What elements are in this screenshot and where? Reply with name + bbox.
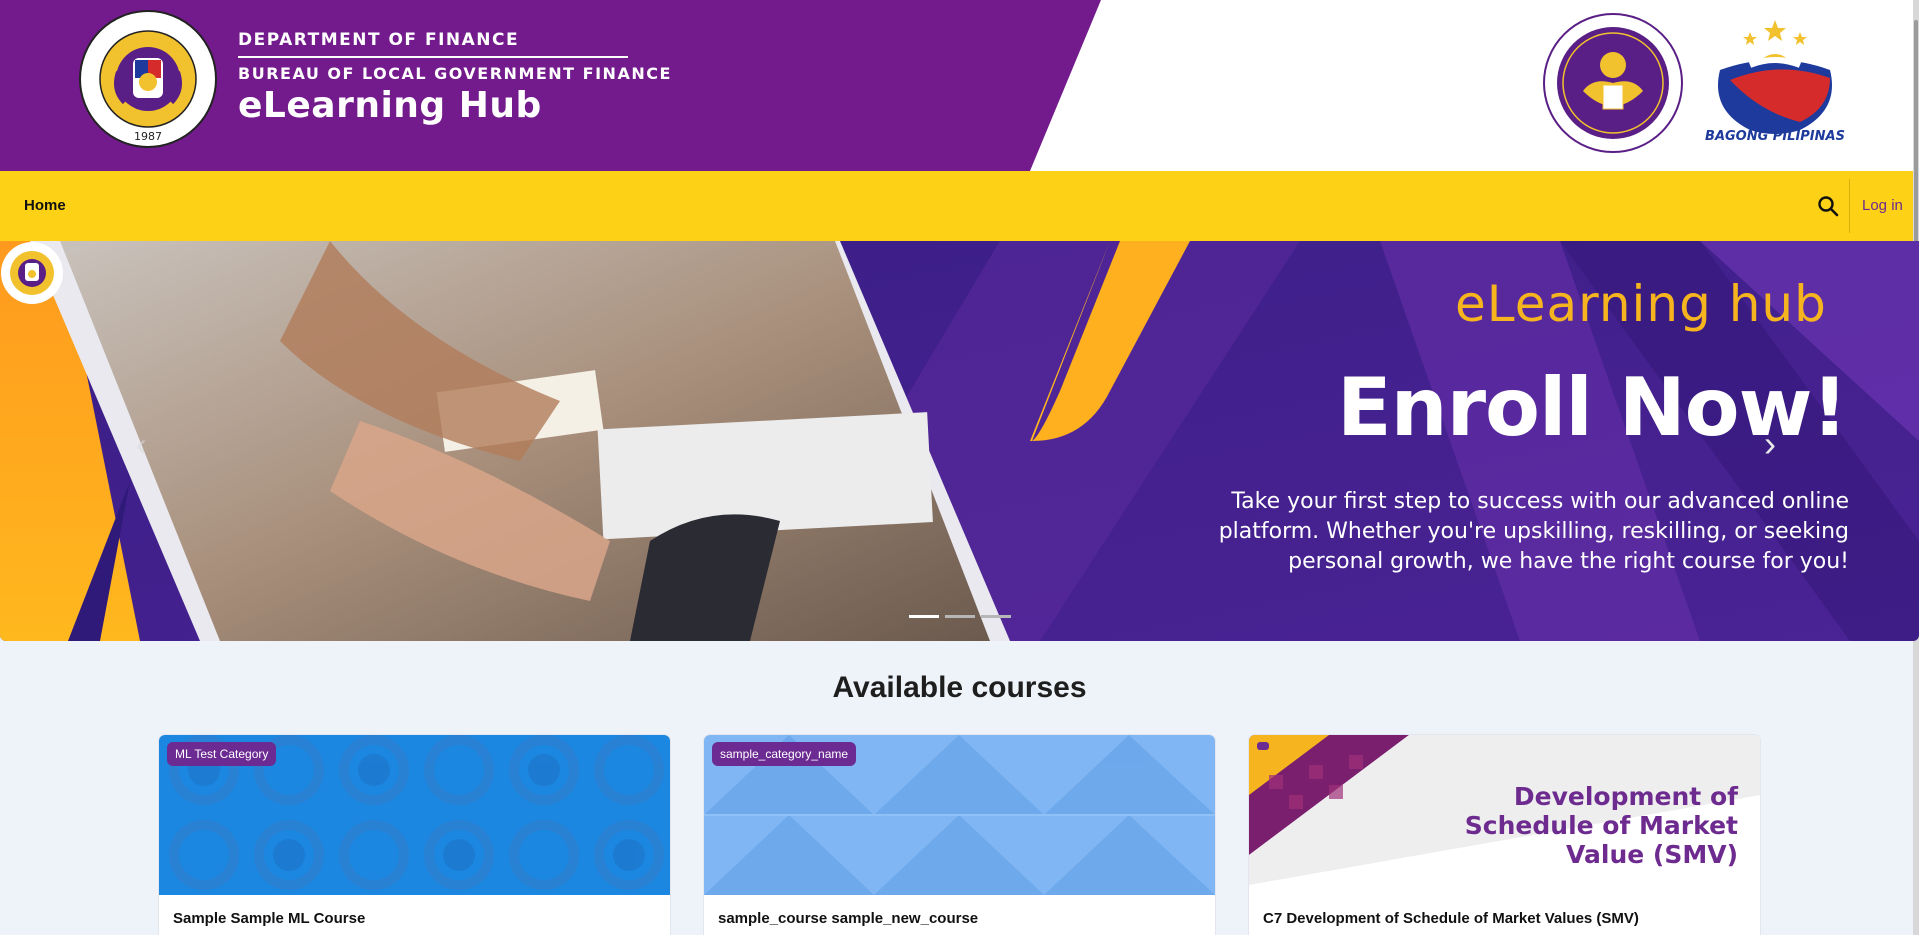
main-navbar: Home Log in xyxy=(0,171,1913,241)
brand-divider xyxy=(238,56,628,58)
hero-carousel[interactable]: eLearning hub Enroll Now! Take your firs… xyxy=(0,241,1919,641)
chevron-right-icon[interactable]: › xyxy=(1764,423,1776,465)
course-card[interactable]: ML Test Category Sample Sample ML Course xyxy=(159,735,670,935)
hero-blgf-seal xyxy=(1,242,63,304)
site-title: eLearning Hub xyxy=(238,85,542,126)
course-image-title: Development of Schedule of Market Value … xyxy=(1464,782,1738,869)
blgf-seal-logo[interactable]: 1987 xyxy=(79,10,217,148)
search-icon[interactable] xyxy=(1817,195,1839,217)
course-category-badge: sample_category_name xyxy=(712,742,857,766)
course-category-badge: ML Test Category xyxy=(167,742,277,766)
hero-subtext: Take your first step to success with our… xyxy=(1218,489,1849,574)
department-title: DEPARTMENT OF FINANCE xyxy=(238,30,520,50)
bureau-title: BUREAU OF LOCAL GOVERNMENT FINANCE xyxy=(238,64,672,83)
courses-heading: Available courses xyxy=(832,671,1087,704)
brand-block: DEPARTMENT OF FINANCE BUREAU OF LOCAL GO… xyxy=(238,30,672,126)
nav-divider xyxy=(1849,179,1850,233)
chevron-left-icon[interactable]: ‹ xyxy=(136,426,147,463)
hero-brand-text: eLearning hub xyxy=(1455,275,1827,333)
dof-seal-logo xyxy=(1543,13,1683,153)
site-header: 1987 DEPARTMENT OF FINANCE BUREAU OF LOC… xyxy=(0,0,1919,171)
nav-home-link[interactable]: Home xyxy=(24,197,66,214)
course-title[interactable]: Sample Sample ML Course xyxy=(173,910,365,927)
svg-text:1987: 1987 xyxy=(134,130,162,143)
course-card[interactable]: sample_category_name sample_course sampl… xyxy=(704,735,1215,935)
course-title[interactable]: C7 Development of Schedule of Market Val… xyxy=(1263,910,1639,927)
login-link[interactable]: Log in xyxy=(1862,197,1903,214)
carousel-indicator-1[interactable] xyxy=(909,615,939,618)
course-card[interactable]: Development of Schedule of Market Value … xyxy=(1249,735,1760,935)
course-title[interactable]: sample_course sample_new_course xyxy=(718,910,978,927)
carousel-indicator-2[interactable] xyxy=(945,615,975,618)
bagong-pilipinas-text: BAGONG PILIPINAS xyxy=(1705,129,1845,144)
carousel-indicator-3[interactable] xyxy=(981,615,1011,618)
